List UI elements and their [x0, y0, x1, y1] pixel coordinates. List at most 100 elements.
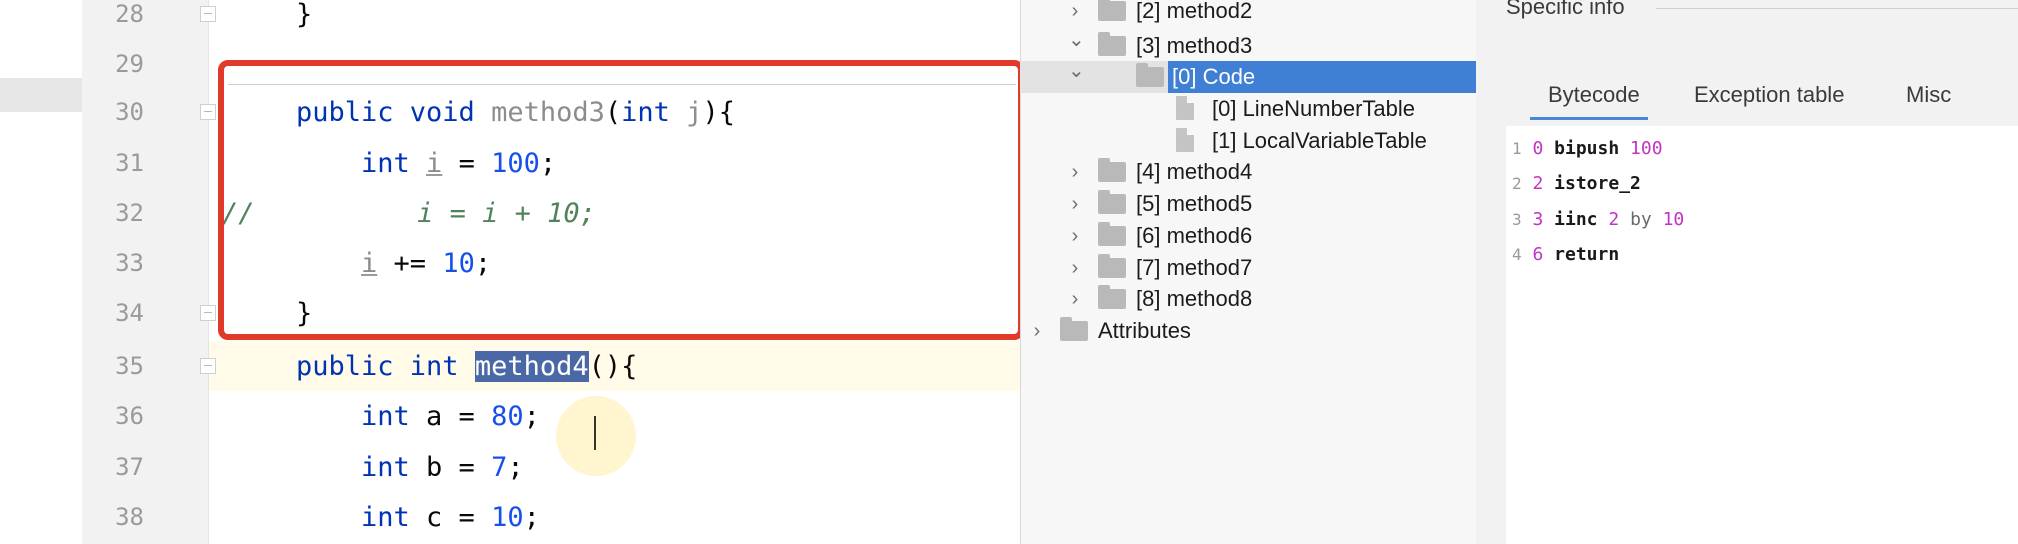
panel-title-rule — [1656, 8, 2018, 9]
chevron-right-icon[interactable]: › — [1068, 283, 1082, 315]
code-line[interactable]: int a = 80; — [296, 391, 540, 442]
chevron-down-icon[interactable]: ⌄ — [1068, 61, 1085, 93]
line-number: 32 — [115, 199, 144, 227]
tree-item[interactable]: › [4] method4 — [1068, 156, 1476, 188]
chevron-right-icon[interactable]: › — [1068, 0, 1082, 27]
tree-item[interactable]: ⌄ [3] method3 — [1068, 30, 1476, 62]
tree-item[interactable]: › [7] method7 — [1068, 252, 1476, 284]
bytecode-opcode: bipush — [1554, 138, 1620, 159]
bytecode-line[interactable]: 1 0 bipush 100 — [1512, 132, 1663, 166]
folder-icon — [1098, 222, 1126, 246]
bytecode-offset: 2 — [1532, 173, 1544, 194]
tree-item[interactable]: › [8] method8 — [1068, 283, 1476, 315]
code-line[interactable]: } — [296, 0, 312, 40]
code-token: ; — [507, 452, 524, 483]
bytecode-opcode: iinc — [1554, 209, 1598, 230]
fold-icon[interactable] — [200, 104, 216, 120]
chevron-right-icon[interactable]: › — [1068, 188, 1082, 220]
tab-exception-table[interactable]: Exception table — [1694, 80, 1844, 110]
code-token: int — [296, 401, 427, 432]
code-token: int — [296, 452, 427, 483]
line-number: 36 — [115, 402, 144, 430]
folder-icon — [1098, 0, 1126, 21]
chevron-down-icon[interactable]: ⌄ — [1068, 30, 1085, 62]
tree-item[interactable]: [0] LineNumberTable — [1144, 93, 1476, 125]
bytecode-opcode: return — [1554, 244, 1620, 265]
bytecode-offset: 3 — [1532, 209, 1544, 230]
line-number: 28 — [115, 0, 144, 28]
active-tab-indicator — [1530, 117, 1648, 120]
bytecode-operand: 100 — [1630, 138, 1663, 159]
tree-item-label: Attributes — [1098, 318, 1191, 343]
tree-item-label: [3] method3 — [1136, 33, 1253, 58]
tree-item-label: [8] method8 — [1136, 286, 1253, 311]
bytecode-line-number: 2 — [1512, 174, 1522, 193]
folder-icon — [1098, 285, 1126, 309]
tree-item[interactable]: › [2] method2 — [1068, 0, 1476, 27]
fold-icon[interactable] — [200, 358, 216, 374]
line-number: 35 — [115, 352, 144, 380]
tree-item-label: [4] method4 — [1136, 159, 1253, 184]
annotation-highlight-box — [218, 60, 1024, 340]
tree-item-label: [1] LocalVariableTable — [1212, 128, 1427, 153]
bytecode-line[interactable]: 3 3 iinc 2 by 10 — [1512, 203, 1684, 237]
panel-title: Specific info — [1506, 0, 1625, 19]
folder-icon — [1060, 317, 1088, 341]
bytecode-line-number: 1 — [1512, 139, 1522, 158]
tree-item[interactable]: › [5] method5 — [1068, 188, 1476, 220]
line-number: 37 — [115, 453, 144, 481]
file-icon — [1176, 128, 1194, 152]
file-icon — [1176, 96, 1194, 120]
bytecode-line[interactable]: 2 2 istore_2 — [1512, 167, 1641, 201]
tab-misc[interactable]: Misc — [1906, 80, 1951, 110]
line-number: 31 — [115, 149, 144, 177]
bytecode-line[interactable]: 4 6 return — [1512, 238, 1619, 272]
code-token: public int — [296, 351, 475, 382]
code-token: ; — [523, 502, 540, 533]
fold-icon[interactable] — [200, 6, 216, 22]
folder-icon — [1136, 63, 1164, 87]
bytecode-offset: 0 — [1532, 138, 1544, 159]
tree-item[interactable]: › [6] method6 — [1068, 220, 1476, 252]
chevron-right-icon[interactable]: › — [1030, 315, 1044, 347]
fold-icon[interactable] — [200, 305, 216, 321]
tree-item-label: [7] method7 — [1136, 255, 1253, 280]
line-number: 38 — [115, 503, 144, 531]
tree-item[interactable]: ⌄ [0] Code — [1068, 61, 1438, 93]
tree-item-label: [5] method5 — [1136, 191, 1253, 216]
code-token: 80 — [491, 401, 524, 432]
folder-icon — [1098, 190, 1126, 214]
chevron-right-icon[interactable]: › — [1068, 252, 1082, 284]
bytecode-line-number: 4 — [1512, 245, 1522, 264]
tree-item-label: [2] method2 — [1136, 0, 1253, 23]
code-token: } — [296, 0, 313, 30]
code-token: ; — [523, 401, 540, 432]
chevron-right-icon[interactable]: › — [1068, 156, 1082, 188]
code-line[interactable]: int c = 10; — [296, 492, 540, 543]
code-token: b = — [426, 452, 492, 483]
tree-item-label: [0] Code — [1172, 64, 1256, 89]
tab-bytecode[interactable]: Bytecode — [1548, 80, 1640, 110]
line-number: 29 — [115, 50, 144, 78]
folder-icon — [1098, 158, 1126, 182]
tree-item[interactable]: › Attributes — [1030, 315, 1476, 347]
text-cursor-icon — [594, 416, 596, 450]
chevron-right-icon[interactable]: › — [1068, 220, 1082, 252]
bytecode-opcode: istore_2 — [1554, 173, 1641, 194]
code-token: c = — [426, 502, 492, 533]
code-line[interactable]: public int method4(){ — [296, 341, 637, 392]
bytecode-operand: by — [1630, 209, 1652, 230]
tree-item-label: [6] method6 — [1136, 223, 1253, 248]
folder-icon — [1098, 254, 1126, 278]
code-token: int — [296, 502, 427, 533]
code-token: 7 — [491, 452, 508, 483]
bytecode-line-number: 3 — [1512, 210, 1522, 229]
mouse-cursor-halo — [556, 396, 636, 476]
bytecode-operand: 10 — [1662, 209, 1685, 230]
bytecode-offset: 6 — [1532, 244, 1544, 265]
tree-item[interactable]: [1] LocalVariableTable — [1144, 125, 1476, 157]
code-line[interactable]: int b = 7; — [296, 442, 524, 493]
left-strip-bar — [0, 78, 82, 112]
code-token: (){ — [588, 351, 638, 382]
selected-text: method4 — [474, 351, 589, 382]
